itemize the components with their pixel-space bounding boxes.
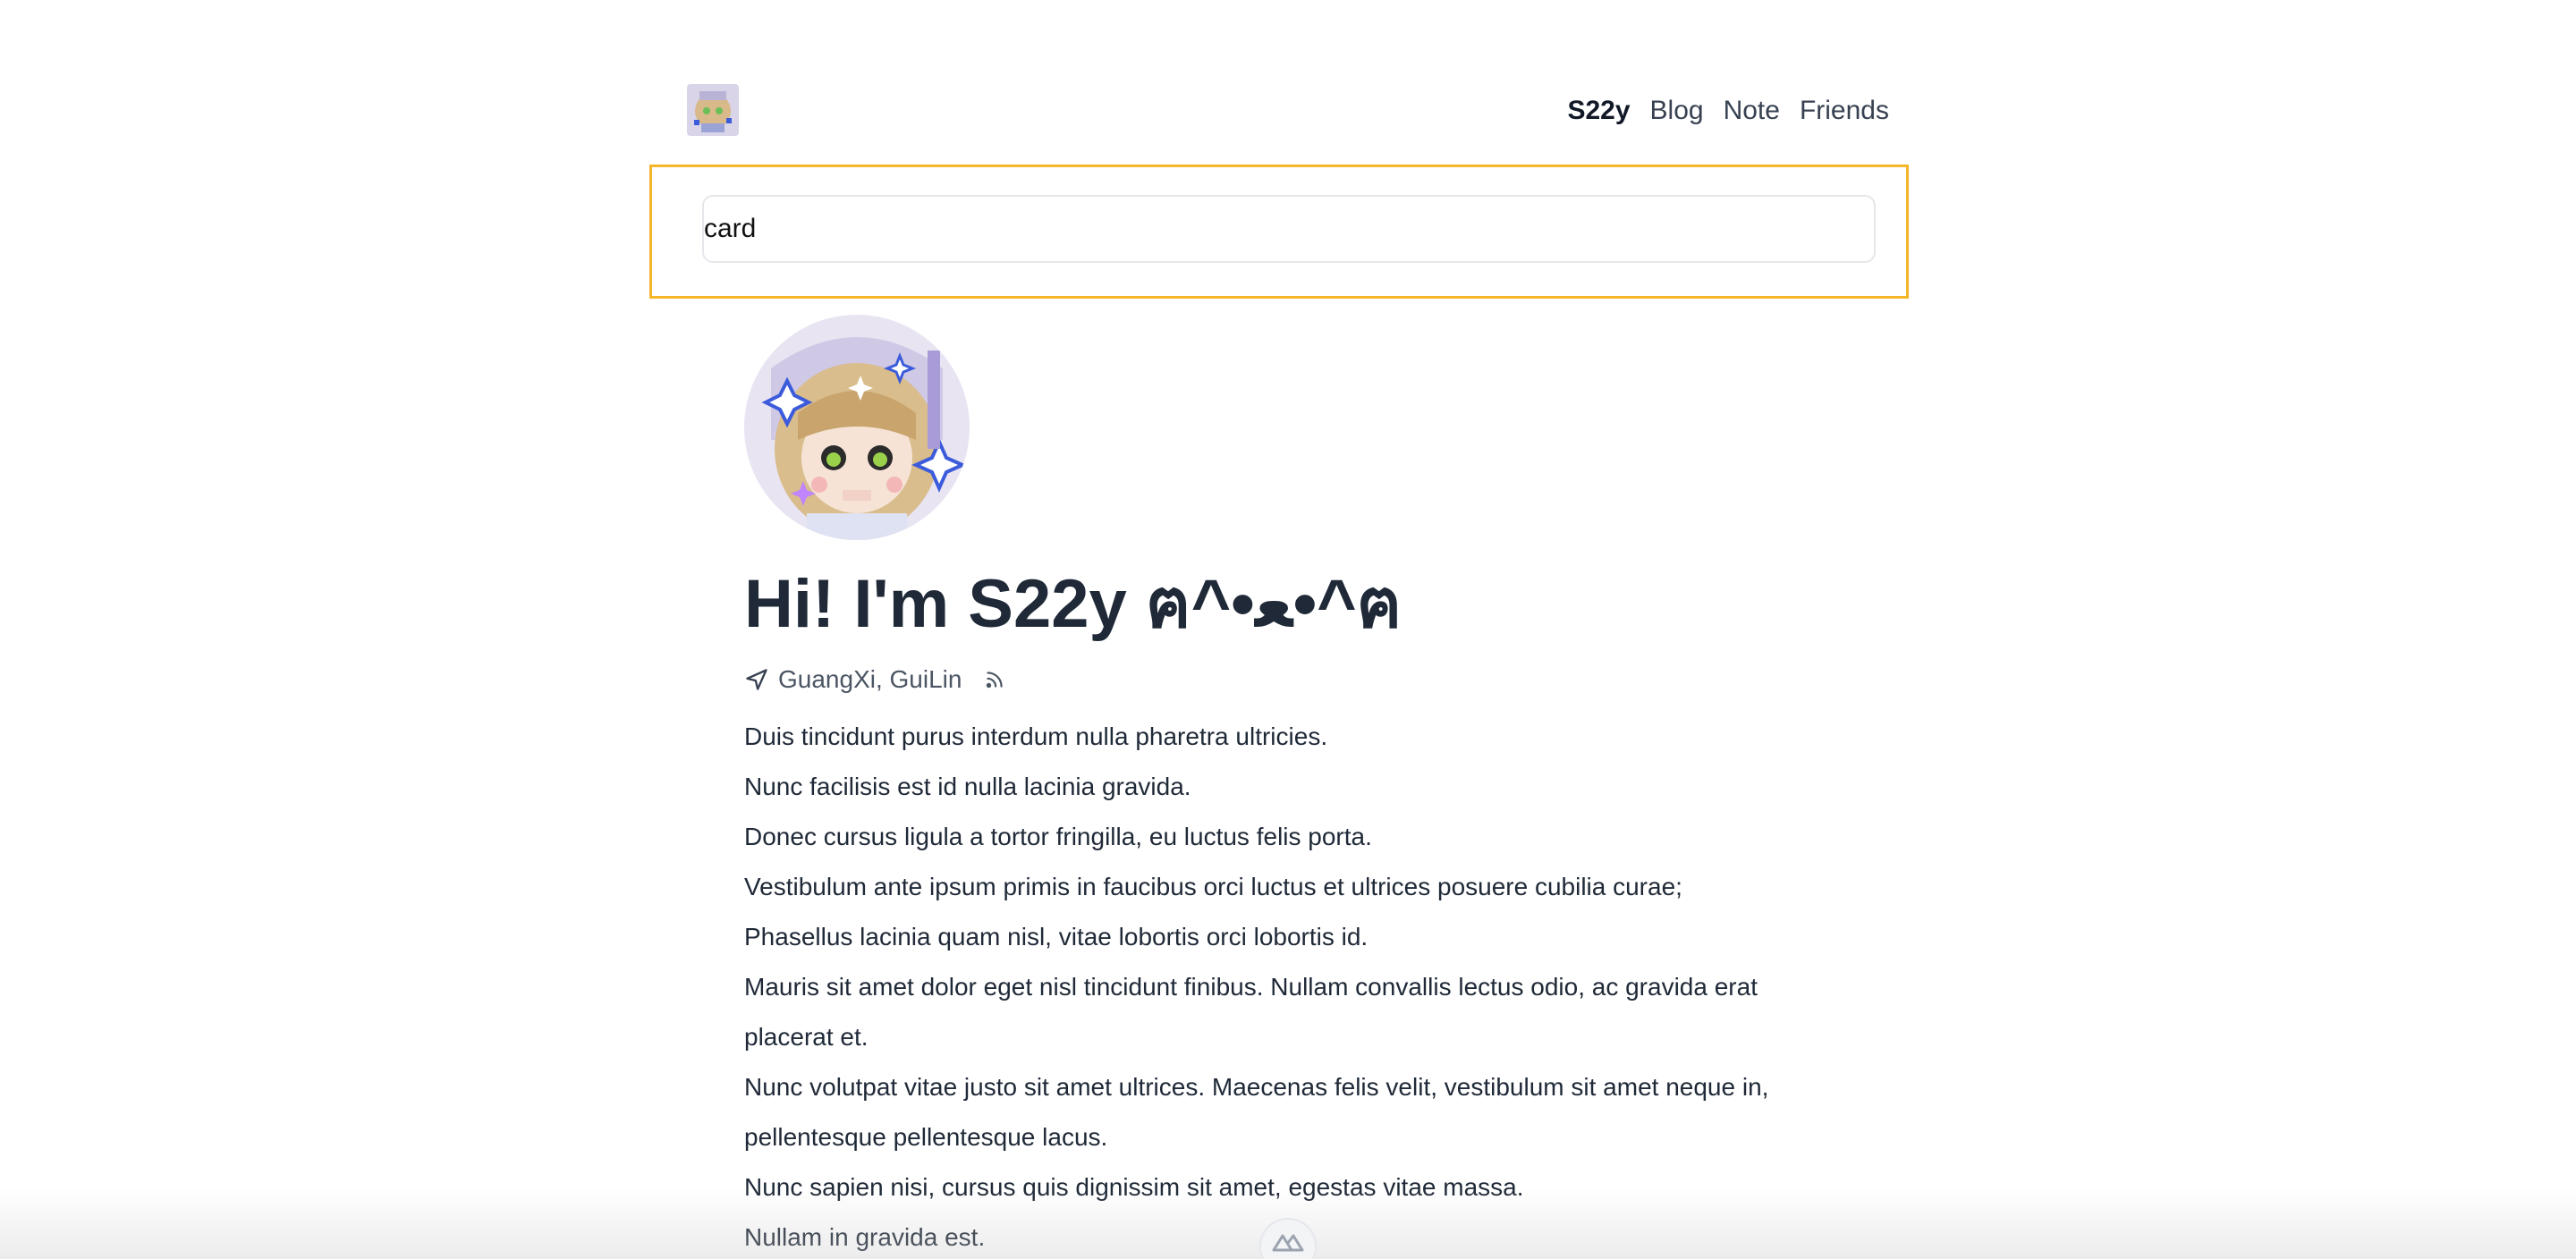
nav-link-note[interactable]: Note — [1724, 93, 1780, 129]
navigation-arrow-icon — [746, 669, 767, 690]
nav-link-home[interactable]: S22y — [1567, 93, 1630, 129]
intro-paragraph: Mauris sit amet dolor eget nisl tincidun… — [744, 973, 1758, 1051]
rss-icon[interactable] — [983, 668, 1006, 691]
nav-link-blog[interactable]: Blog — [1650, 93, 1704, 129]
page-title: Hi! I'm S22y ฅ^•ﻌ•^ฅ — [744, 566, 1402, 642]
profile-meta: GuangXi, GuiLin — [744, 662, 1006, 697]
intro-paragraph: Nunc sapien nisi, cursus quis dignissim … — [744, 1173, 1524, 1201]
nav-link-friends[interactable]: Friends — [1800, 93, 1889, 129]
intro-paragraph: Vestibulum ante ipsum primis in faucibus… — [744, 873, 1682, 900]
search-input-value: card — [704, 214, 757, 243]
page: S22y Blog Note Friends card Hi! I'm S22y… — [0, 0, 2576, 1259]
search-input[interactable]: card — [702, 195, 1876, 263]
intro-paragraph: Duis tincidunt purus interdum nulla phar… — [744, 722, 1328, 750]
nuxt-logo-icon — [1272, 1234, 1304, 1252]
main-nav: S22y Blog Note Friends — [1567, 93, 1889, 129]
site-header: S22y Blog Note Friends — [649, 73, 1909, 148]
site-logo[interactable] — [687, 84, 739, 136]
intro-text: Duis tincidunt purus interdum nulla phar… — [744, 712, 1853, 1259]
intro-paragraph: Phasellus lacinia quam nisl, vitae lobor… — [744, 923, 1368, 951]
intro-paragraph: Nunc volutpat vitae justo sit amet ultri… — [744, 1073, 1769, 1151]
avatar — [744, 315, 970, 540]
location-text: GuangXi, GuiLin — [778, 665, 962, 693]
intro-paragraph: Donec cursus ligula a tortor fringilla, … — [744, 823, 1372, 850]
intro-paragraph: Nunc facilisis est id nulla lacinia grav… — [744, 773, 1191, 800]
search-highlight-frame: card — [649, 165, 1909, 299]
